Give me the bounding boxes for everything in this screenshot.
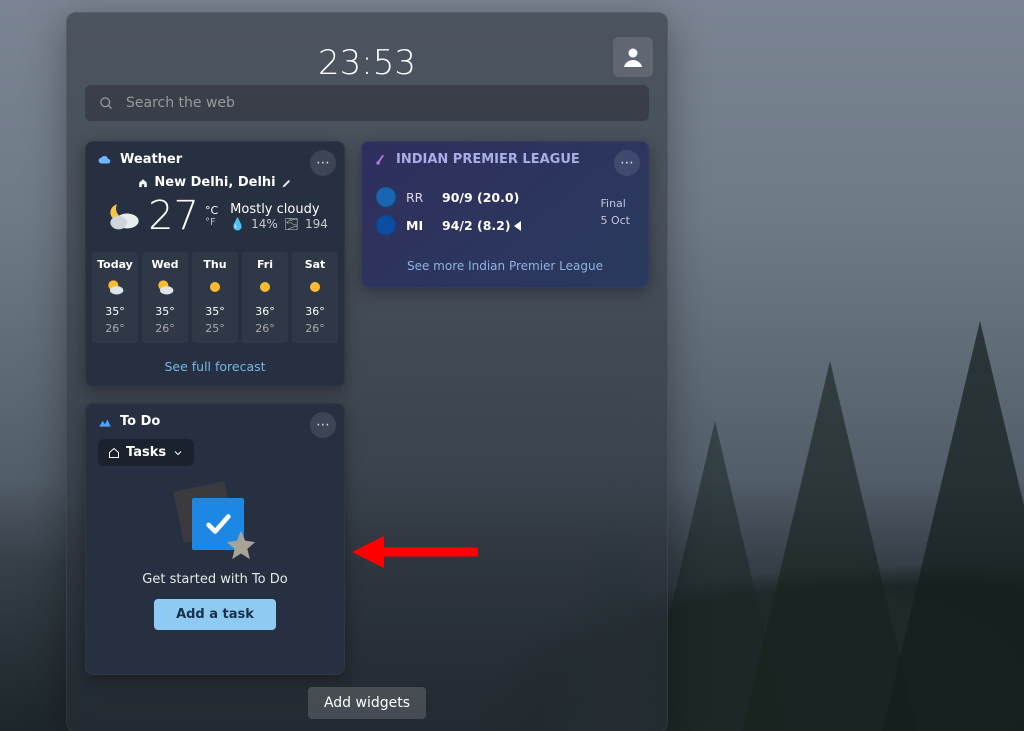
edit-icon[interactable] <box>282 178 292 188</box>
match-scoreboard: RR90/9 (20.0)MI94/2 (8.2)Final5 Oct <box>362 177 648 249</box>
cricket-icon <box>374 153 388 167</box>
widgets-panel: 23:53 ⋯ Weather New Delhi, Delhi <box>66 12 668 731</box>
forecast-high: 36° <box>242 305 288 318</box>
forecast-high: 36° <box>292 305 338 318</box>
aqi-icon: 🌫 <box>284 217 299 231</box>
sports-more-button[interactable]: ⋯ <box>614 150 640 176</box>
forecast-row: Today35°26°Wed35°26°Thu35°25°Fri36°26°Sa… <box>86 246 344 351</box>
chevron-down-icon <box>172 447 184 459</box>
team-abbr: RR <box>406 190 432 205</box>
team-score: 94/2 (8.2) <box>442 218 634 233</box>
team-logo <box>376 187 396 207</box>
weather-condition-icon <box>102 196 142 236</box>
user-icon <box>621 45 645 69</box>
star-icon <box>224 528 258 566</box>
forecast-low: 26° <box>92 322 138 335</box>
team-abbr: MI <box>406 218 432 233</box>
forecast-day[interactable]: Fri 36° 26° <box>242 252 288 343</box>
todo-widget[interactable]: ⋯ To Do Tasks Get started with <box>85 403 345 675</box>
team-score: 90/9 (20.0) <box>442 190 634 205</box>
weather-icon <box>98 153 112 167</box>
todo-title: To Do <box>120 414 160 429</box>
weather-title: Weather <box>120 152 182 167</box>
weather-location: New Delhi, Delhi <box>154 175 275 190</box>
weather-unit-toggle[interactable]: °C °F <box>205 204 218 228</box>
weather-widget[interactable]: ⋯ Weather New Delhi, Delhi 27 <box>85 141 345 387</box>
clock-time: 23:53 <box>67 43 667 83</box>
todo-icon <box>98 415 112 429</box>
weather-aqi: 194 <box>305 217 328 231</box>
forecast-high: 35° <box>192 305 238 318</box>
forecast-day-icon <box>255 277 275 297</box>
team-row: RR 90/9 (20.0) <box>376 183 634 211</box>
forecast-day-name: Sat <box>292 258 338 271</box>
home-icon <box>138 178 148 188</box>
forecast-day[interactable]: Wed 35° 26° <box>142 252 188 343</box>
todo-empty-text: Get started with To Do <box>142 572 287 587</box>
forecast-low: 26° <box>242 322 288 335</box>
sports-widget[interactable]: ⋯ INDIAN PREMIER LEAGUE RR 90/9 (20.0) MI 9… <box>361 141 649 288</box>
forecast-day[interactable]: Today 35° 26° <box>92 252 138 343</box>
forecast-day-name: Fri <box>242 258 288 271</box>
add-task-button[interactable]: Add a task <box>154 599 276 630</box>
sports-title: INDIAN PREMIER LEAGUE <box>396 152 580 167</box>
weather-forecast-link[interactable]: See full forecast <box>86 351 344 386</box>
weather-temp: 27 <box>148 196 199 236</box>
search-input[interactable] <box>124 94 635 112</box>
weather-condition: Mostly cloudy <box>230 202 328 217</box>
forecast-low: 26° <box>292 322 338 335</box>
todo-more-button[interactable]: ⋯ <box>310 412 336 438</box>
todo-empty-illustration <box>172 484 258 560</box>
todo-list-name: Tasks <box>126 445 166 460</box>
forecast-low: 25° <box>192 322 238 335</box>
weather-more-button[interactable]: ⋯ <box>310 150 336 176</box>
profile-button[interactable] <box>613 37 653 77</box>
forecast-day-name: Thu <box>192 258 238 271</box>
search-icon <box>99 96 114 111</box>
forecast-day[interactable]: Thu 35° 25° <box>192 252 238 343</box>
search-bar[interactable] <box>85 85 649 121</box>
forecast-high: 35° <box>92 305 138 318</box>
todo-list-selector[interactable]: Tasks <box>98 439 194 466</box>
team-row: MI 94/2 (8.2) <box>376 211 634 239</box>
humidity-icon: 💧 <box>230 217 245 231</box>
forecast-day-icon <box>105 277 125 297</box>
add-widgets-button[interactable]: Add widgets <box>308 687 426 719</box>
forecast-day-icon <box>205 277 225 297</box>
forecast-day[interactable]: Sat 36° 26° <box>292 252 338 343</box>
home-icon <box>108 447 120 459</box>
weather-humidity: 14% <box>251 217 278 231</box>
forecast-day-name: Wed <box>142 258 188 271</box>
forecast-day-name: Today <box>92 258 138 271</box>
forecast-day-icon <box>305 277 325 297</box>
sports-more-link[interactable]: See more Indian Premier League <box>362 249 648 287</box>
batting-indicator-icon <box>514 221 521 231</box>
forecast-low: 26° <box>142 322 188 335</box>
forecast-day-icon <box>155 277 175 297</box>
forecast-high: 35° <box>142 305 188 318</box>
team-logo <box>376 215 396 235</box>
